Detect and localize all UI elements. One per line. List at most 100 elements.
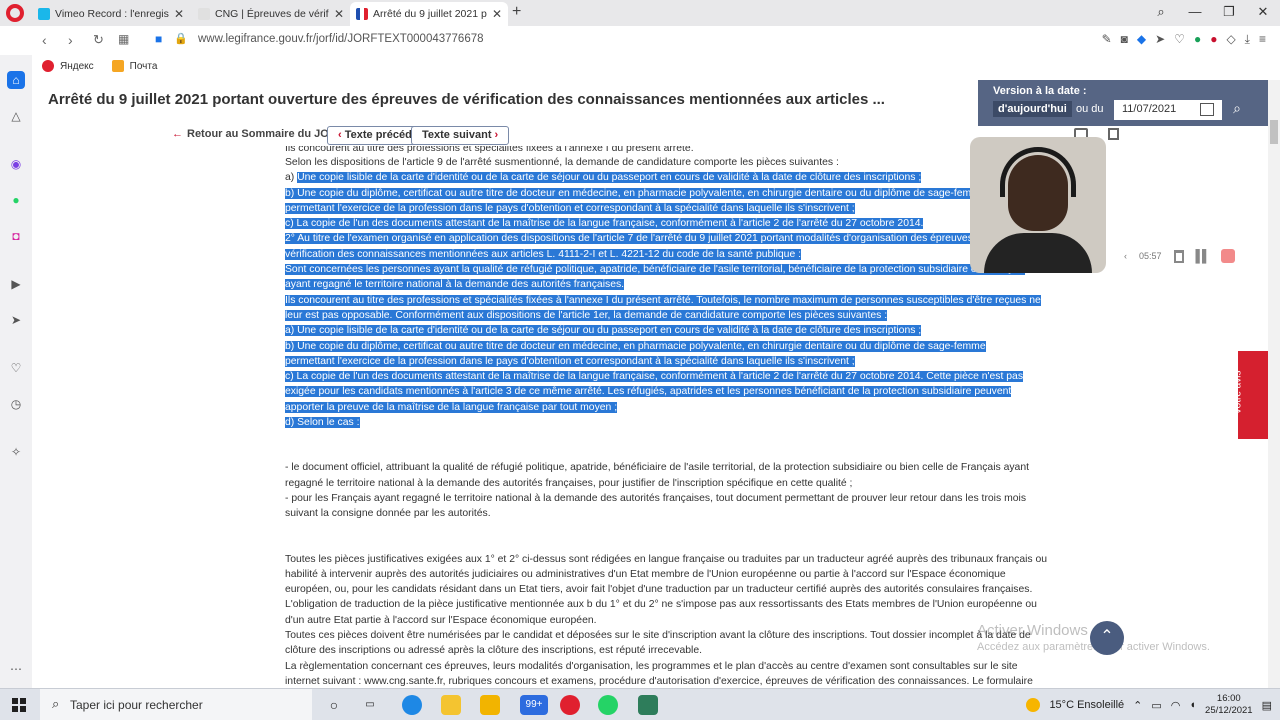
yandex-icon xyxy=(42,60,54,72)
cube-icon[interactable]: ◇ xyxy=(1226,32,1235,47)
task-view-icon[interactable]: ▭ xyxy=(360,695,380,715)
whatsapp-taskbar-icon[interactable] xyxy=(598,695,618,715)
search-icon[interactable]: ⌕ xyxy=(1226,100,1248,120)
back-to-summary-link[interactable]: ← Retour au Sommaire du JO xyxy=(172,128,329,140)
player-icon[interactable]: ▶ xyxy=(7,275,25,293)
scroll-to-top-button[interactable]: ⌃ xyxy=(1090,621,1124,655)
forward-icon[interactable]: › xyxy=(68,32,73,48)
close-tab-icon[interactable]: ✕ xyxy=(334,7,344,21)
restore-icon[interactable]: ❐ xyxy=(1212,0,1246,26)
close-tab-icon[interactable]: ✕ xyxy=(174,7,184,21)
feedback-tab[interactable]: Votre avis xyxy=(1232,351,1268,439)
tab-vimeo[interactable]: Vimeo Record : l'enregistre ✕ xyxy=(32,2,190,26)
url-field[interactable]: www.legifrance.gouv.fr/jorf/id/JORFTEXT0… xyxy=(198,33,484,45)
file-explorer-icon[interactable] xyxy=(441,695,461,715)
close-tab-icon[interactable]: ✕ xyxy=(492,7,502,21)
wifi-icon[interactable]: ◠ xyxy=(1171,699,1181,712)
selected-line: 2° Au titre de l'examen organisé en appl… xyxy=(285,231,1055,246)
recording-controls: ‹ 05:57 ▌▌ xyxy=(1124,243,1264,269)
windows-start-icon[interactable] xyxy=(12,698,26,712)
trash-icon[interactable] xyxy=(1173,249,1184,263)
pause-icon[interactable]: ▌▌ xyxy=(1196,249,1211,263)
paragraph-line: - pour les Français ayant regagné le ter… xyxy=(285,492,1027,504)
stop-icon[interactable] xyxy=(1220,249,1235,263)
send-icon[interactable]: ➤ xyxy=(7,311,25,329)
list-prefix: a) xyxy=(285,172,298,184)
webcam-preview[interactable] xyxy=(970,137,1106,273)
collapse-icon[interactable]: ‹ xyxy=(1124,251,1127,261)
new-tab-icon[interactable]: + xyxy=(512,3,521,21)
chevron-right-icon: › xyxy=(491,129,499,141)
volume-icon[interactable]: ◖ xyxy=(1189,699,1196,711)
close-window-icon[interactable]: ✕ xyxy=(1246,0,1280,26)
history-icon[interactable]: ◷ xyxy=(7,395,25,413)
network-icon[interactable]: ▭ xyxy=(1151,699,1161,712)
taskbar-search[interactable]: ⌕ Taper ici pour rechercher xyxy=(40,689,312,720)
vpn-shield-icon[interactable]: ◆ xyxy=(1137,32,1146,47)
selected-text: permettant l'exercice de la profession d… xyxy=(285,355,855,367)
extension-icon[interactable]: ● xyxy=(1194,32,1201,47)
reload-icon[interactable]: ↻ xyxy=(93,32,104,48)
paragraph-line: clôture des inscriptions ou adressé aprè… xyxy=(285,645,702,657)
headset xyxy=(1000,147,1076,197)
cortana-icon[interactable]: ○ xyxy=(324,695,344,715)
selected-text: a) Une copie lisible de la carte d'ident… xyxy=(285,325,922,337)
chevron-up-icon: ⌃ xyxy=(1100,628,1114,645)
paragraph-line: internet suivant : www.cng.sante.fr, rub… xyxy=(285,675,1033,687)
whatsapp-icon[interactable]: ● xyxy=(7,191,25,209)
cng-icon xyxy=(198,8,210,20)
heart-icon[interactable]: ♡ xyxy=(1174,32,1185,47)
bookmark-mail[interactable]: Почта xyxy=(111,60,157,72)
calendar-icon[interactable] xyxy=(1200,103,1214,116)
speed-dial-icon[interactable]: ▦ xyxy=(118,32,129,46)
edge-icon[interactable] xyxy=(402,695,422,715)
messenger-icon[interactable]: ◉ xyxy=(7,155,25,173)
opera-sidebar: ⌂ △ ◉ ● ◘ ▶ ➤ ♡ ◷ ✧ ⋯ xyxy=(0,55,32,688)
notifications-icon[interactable]: ▤ xyxy=(1262,699,1272,712)
send-icon[interactable]: ➤ xyxy=(1155,32,1165,47)
clipped-line: Ils concourent au titre des professions … xyxy=(285,146,694,154)
camera-icon[interactable]: ■ xyxy=(155,32,162,46)
opera-menu-icon[interactable] xyxy=(6,4,24,22)
mail-app-icon[interactable]: 99+ xyxy=(520,695,548,715)
speed-dial-icon[interactable]: △ xyxy=(7,107,25,125)
search-tabs-icon[interactable]: ⌕ xyxy=(1144,0,1178,26)
copy-icon[interactable] xyxy=(1108,128,1119,140)
version-today-button[interactable]: d'aujourd'hui xyxy=(993,101,1072,117)
minimize-icon[interactable]: — xyxy=(1178,0,1212,26)
bookmark-yandex[interactable]: Яндекс xyxy=(42,60,94,72)
selected-line: vérification des connaissances mentionné… xyxy=(285,247,1055,262)
opera-taskbar-icon[interactable] xyxy=(560,695,580,715)
download-icon[interactable]: ⤓ xyxy=(1245,32,1250,47)
scrollbar[interactable] xyxy=(1268,80,1280,688)
lock-icon: 🔒 xyxy=(174,33,188,45)
tab-arrete[interactable]: Arrêté du 9 juillet 2021 por ✕ xyxy=(350,2,508,26)
record-extension-icon[interactable]: ● xyxy=(1210,32,1217,47)
selected-line: ayant regagné le territoire national à l… xyxy=(285,277,1055,292)
search-icon: ⌕ xyxy=(52,696,60,711)
scroll-thumb[interactable] xyxy=(1270,120,1278,144)
paragraph-line: L'obligation de traduction de la pièce j… xyxy=(285,599,1037,611)
store-icon[interactable] xyxy=(480,695,500,715)
chevron-up-icon[interactable]: ⌃ xyxy=(1133,699,1142,712)
lightbulb-icon[interactable]: ✧ xyxy=(7,443,25,461)
bookmarks-bar: Яндекс Почта xyxy=(0,55,1280,77)
selected-text: b) Une copie du diplôme, certificat ou a… xyxy=(285,340,986,352)
weather-text[interactable]: 15°C Ensoleillé xyxy=(1049,699,1124,711)
more-icon[interactable]: ⋯ xyxy=(7,660,25,678)
menu-icon[interactable]: ≡ xyxy=(1259,32,1266,47)
next-text-button[interactable]: Texte suivant › xyxy=(411,126,510,145)
tab-label: Vimeo Record : l'enregistre xyxy=(55,8,169,20)
selected-line: permettant l'exercice de la profession d… xyxy=(285,201,1055,216)
tab-cng[interactable]: CNG | Épreuves de vérificati ✕ xyxy=(192,2,350,26)
instagram-icon[interactable]: ◘ xyxy=(7,227,25,245)
snapshot-icon[interactable]: ◙ xyxy=(1121,32,1128,47)
back-icon[interactable]: ‹ xyxy=(42,32,47,48)
selected-text: apporter la preuve de la maîtrise de la … xyxy=(285,401,618,413)
clock[interactable]: 16:00 25/12/2021 xyxy=(1205,693,1253,717)
chevron-left-icon: ‹ xyxy=(338,129,345,141)
heart-icon[interactable]: ♡ xyxy=(7,359,25,377)
edit-icon[interactable]: ✎ xyxy=(1102,32,1112,47)
home-icon[interactable]: ⌂ xyxy=(7,71,25,89)
app-taskbar-icon[interactable] xyxy=(638,695,658,715)
